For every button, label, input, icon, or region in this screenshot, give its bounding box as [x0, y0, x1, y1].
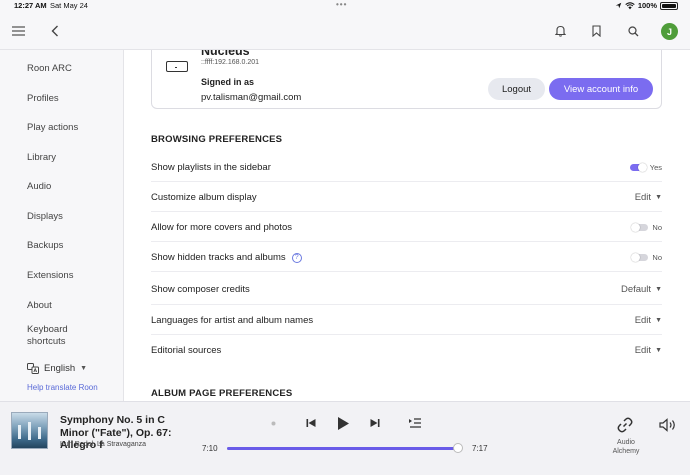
setting-label: Show playlists in the sidebar	[151, 162, 271, 173]
track-artist[interactable]: Kurt Redel, La Stravaganza	[60, 441, 146, 448]
chevron-down-icon: ▼	[80, 365, 88, 372]
toggle-switch-on[interactable]	[629, 163, 647, 172]
previous-track-icon[interactable]	[304, 416, 318, 430]
status-date: Sat May 24	[50, 1, 88, 10]
language-label: English	[44, 363, 76, 374]
setting-row-editorial-sources: Editorial sources Edit ▼	[151, 335, 662, 365]
settings-sidebar: Roon ARC Profiles Play actions Library A…	[0, 50, 124, 401]
browsing-preferences-heading: BROWSING PREFERENCES	[151, 134, 283, 145]
edit-dropdown[interactable]: Edit ▼	[635, 315, 662, 326]
setting-row-show-playlists: Show playlists in the sidebar Yes	[151, 152, 662, 182]
account-card: Nucleus ::ffff:192.168.0.201 Signed in a…	[151, 50, 662, 109]
dropdown-value: Edit	[634, 315, 652, 326]
setting-row-languages: Languages for artist and album names Edi…	[151, 305, 662, 335]
setting-label: Editorial sources	[151, 345, 222, 356]
search-icon[interactable]	[624, 22, 642, 40]
sidebar-item-audio[interactable]: Audio	[27, 181, 117, 193]
view-account-info-button[interactable]: View account info	[549, 78, 653, 100]
toggle-value: No	[652, 253, 662, 262]
bookmark-icon[interactable]	[587, 22, 605, 40]
settings-main: Nucleus ::ffff:192.168.0.201 Signed in a…	[124, 50, 690, 401]
sidebar-item-roon-arc[interactable]: Roon ARC	[27, 63, 117, 75]
sidebar-item-library[interactable]: Library	[27, 152, 117, 164]
setting-label: Customize album display	[151, 192, 257, 203]
album-cover[interactable]	[11, 412, 48, 449]
toggle-value: No	[652, 223, 662, 232]
chevron-down-icon: ▼	[655, 286, 662, 293]
seek-bar-thumb[interactable]	[453, 443, 464, 453]
setting-label: Show composer credits	[151, 284, 250, 295]
multitask-dots[interactable]: •••	[336, 0, 347, 9]
setting-row-hidden-tracks: Show hidden tracks and albums ? No	[151, 242, 662, 272]
toggle-show-playlists[interactable]: Yes	[629, 163, 662, 172]
toggle-hidden-tracks[interactable]: No	[631, 253, 662, 262]
seek-bar[interactable]	[227, 443, 464, 453]
edit-dropdown[interactable]: Edit ▼	[635, 192, 662, 203]
setting-label: Languages for artist and album names	[151, 315, 314, 326]
battery-percent: 100%	[637, 1, 657, 10]
sidebar-item-backups[interactable]: Backups	[27, 240, 117, 252]
setting-row-more-covers: Allow for more covers and photos No	[151, 212, 662, 242]
device-name: Nucleus	[201, 50, 250, 58]
chevron-down-icon: ▼	[655, 194, 662, 201]
help-translate-link[interactable]: Help translate Roon	[27, 383, 98, 392]
sidebar-item-profiles[interactable]: Profiles	[27, 93, 117, 105]
back-arrow-icon[interactable]	[46, 22, 64, 40]
dropdown-value: Edit	[634, 345, 652, 356]
sidebar-item-keyboard-shortcuts[interactable]: Keyboard shortcuts	[27, 324, 97, 348]
sidebar-item-extensions[interactable]: Extensions	[27, 270, 117, 282]
status-time: 12:27 AM	[14, 1, 47, 10]
chevron-down-icon: ▼	[655, 317, 662, 324]
volume-icon[interactable]	[657, 415, 679, 435]
setting-label-with-help: Show hidden tracks and albums ?	[151, 252, 302, 263]
setting-label: Allow for more covers and photos	[151, 222, 292, 233]
setting-row-customize-album-display: Customize album display Edit ▼	[151, 182, 662, 212]
queue-icon[interactable]	[407, 416, 422, 430]
dropdown-value: Edit	[634, 192, 652, 203]
server-device-icon	[166, 61, 188, 72]
translate-icon	[27, 363, 39, 374]
zone-link-icon[interactable]	[614, 414, 636, 436]
elapsed-time: 7:10	[202, 444, 218, 453]
edit-dropdown[interactable]: Edit ▼	[635, 345, 662, 356]
sidebar-item-displays[interactable]: Displays	[27, 211, 117, 223]
status-right: 100%	[615, 1, 678, 10]
question-mark-icon[interactable]: ?	[291, 252, 302, 263]
dropdown-value: Default	[620, 284, 652, 295]
album-page-preferences-heading: ALBUM PAGE PREFERENCES	[151, 388, 293, 399]
total-duration: 7:17	[472, 444, 488, 453]
account-email: pv.talisman@gmail.com	[201, 92, 302, 103]
top-bar: J	[0, 12, 690, 50]
user-avatar[interactable]: J	[661, 23, 678, 40]
chevron-down-icon: ▼	[655, 347, 662, 354]
toggle-value: Yes	[649, 163, 662, 172]
sidebar-item-about[interactable]: About	[27, 300, 117, 312]
zone-name[interactable]: Audio Alchemy	[605, 439, 647, 456]
radio-dot-icon[interactable]	[270, 420, 276, 426]
default-dropdown[interactable]: Default ▼	[621, 284, 662, 295]
play-icon[interactable]	[334, 413, 352, 433]
battery-icon	[660, 1, 678, 10]
hamburger-menu-icon[interactable]	[9, 22, 27, 40]
setting-row-composer-credits: Show composer credits Default ▼	[151, 273, 662, 305]
logout-button[interactable]: Logout	[488, 78, 545, 100]
status-bar: 12:27 AM Sat May 24 ••• 100%	[0, 0, 690, 12]
toggle-switch-off[interactable]	[631, 223, 649, 232]
next-track-icon[interactable]	[368, 416, 382, 430]
device-ip: ::ffff:192.168.0.201	[201, 59, 259, 66]
signed-in-label: Signed in as	[201, 77, 255, 87]
seek-bar-fill	[227, 447, 459, 450]
sidebar-item-play-actions[interactable]: Play actions	[27, 122, 117, 134]
setting-label: Show hidden tracks and albums	[151, 252, 286, 263]
toggle-switch-off[interactable]	[631, 253, 649, 262]
bell-icon[interactable]	[551, 22, 569, 40]
wifi-icon	[625, 1, 635, 9]
language-selector[interactable]: English ▼	[27, 363, 87, 374]
now-playing-bar: Symphony No. 5 in C Minor ("Fate"), Op. …	[0, 401, 690, 475]
location-icon	[615, 2, 622, 9]
toggle-more-covers[interactable]: No	[631, 223, 662, 232]
